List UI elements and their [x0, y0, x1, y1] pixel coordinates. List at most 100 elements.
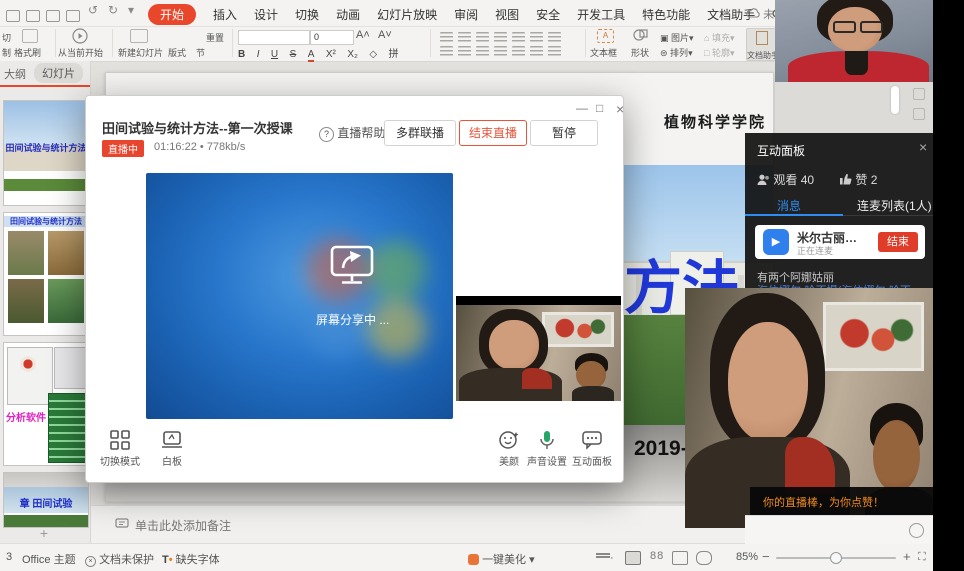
zoom-percent[interactable]: 85%: [736, 551, 758, 563]
underline-button[interactable]: U: [271, 49, 278, 60]
tab-design[interactable]: 设计: [254, 6, 278, 23]
thumbs-up-icon: [840, 173, 852, 185]
zoom-out-button[interactable]: −: [762, 549, 770, 564]
layout-button[interactable]: 版式: [168, 46, 186, 59]
italic-button[interactable]: I: [257, 49, 260, 60]
font-name-combo[interactable]: [238, 30, 310, 45]
maximize-icon[interactable]: □: [596, 101, 603, 115]
protect-status[interactable]: × 文档未保护: [85, 551, 154, 567]
add-slide-button[interactable]: +: [30, 527, 58, 541]
clear-format-button[interactable]: ◇: [369, 49, 377, 60]
tab-animation[interactable]: 动画: [336, 6, 360, 23]
interact-panel-button[interactable]: 互动面板: [564, 430, 620, 468]
tab-transition[interactable]: 切换: [295, 6, 319, 23]
tab-review[interactable]: 审阅: [454, 6, 478, 23]
tab-view[interactable]: 视图: [495, 6, 519, 23]
slide-thumbnail-4[interactable]: 章 田间试验: [3, 472, 89, 528]
pinyin-button[interactable]: 拼: [388, 49, 398, 60]
undo-icon[interactable]: ↺: [88, 3, 98, 17]
tab-slides[interactable]: 幻灯片: [34, 63, 83, 83]
shrink-font-button[interactable]: A˅: [378, 29, 392, 41]
tab-security[interactable]: 安全: [536, 6, 560, 23]
section-button[interactable]: 节: [196, 46, 205, 59]
cut-button[interactable]: 切: [2, 31, 11, 44]
list-icons-row[interactable]: [440, 32, 561, 42]
zoom-slider-thumb[interactable]: [830, 552, 842, 564]
customize-caret-icon[interactable]: ▾: [128, 3, 134, 17]
slideshow-icon[interactable]: [696, 551, 712, 565]
live-help-link[interactable]: ? 直播帮助: [319, 124, 385, 142]
beautify-button[interactable]: 一键美化 ▾: [468, 551, 535, 567]
tab-insert[interactable]: 插入: [213, 6, 237, 23]
tab-outline[interactable]: 大纲: [4, 66, 26, 82]
theme-label[interactable]: Office 主题: [22, 551, 76, 567]
small-webcam-video: [456, 296, 621, 401]
missing-font-status[interactable]: T• 缺失字体: [162, 551, 220, 567]
switch-mode-button[interactable]: 切换模式: [92, 430, 148, 468]
notes-toggle-icon[interactable]: ·: [596, 552, 614, 564]
whiteboard-button[interactable]: 白板: [144, 430, 200, 468]
tab-slideshow[interactable]: 幻灯片放映: [377, 6, 437, 23]
subscript-button[interactable]: X₂: [347, 49, 358, 60]
pause-button[interactable]: 暂停: [530, 120, 598, 146]
tab-devtools[interactable]: 开发工具: [577, 6, 625, 23]
tab-mic-list[interactable]: 连麦列表(1人): [857, 197, 932, 214]
panel-close-icon[interactable]: ×: [919, 139, 927, 155]
minimize-icon[interactable]: —: [576, 101, 588, 115]
font-size-combo[interactable]: 0: [310, 30, 354, 45]
chat-bubble-icon: [581, 430, 603, 450]
screen-share-label: 屏幕分享中 ...: [316, 311, 389, 328]
likes-stat: 赞 2: [840, 171, 877, 188]
end-mic-button[interactable]: 结束: [878, 232, 918, 252]
arrange-button[interactable]: ⊜ 排列▾: [660, 46, 693, 59]
bold-button[interactable]: B: [238, 49, 245, 60]
close-icon[interactable]: ×: [616, 101, 624, 117]
panel-tool-icon-1[interactable]: [913, 88, 925, 100]
reading-view-icon[interactable]: [672, 551, 688, 565]
panel-tool-icon-2[interactable]: [913, 108, 925, 120]
redo-icon[interactable]: ↻: [108, 3, 118, 17]
chat-input-bar[interactable]: [745, 515, 935, 544]
play-from-current-button[interactable]: 从当前开始: [58, 46, 103, 59]
panel-scrollbar[interactable]: [891, 86, 899, 114]
host-webcam-video: [775, 0, 935, 82]
print-icon[interactable]: [66, 7, 87, 25]
tab-features[interactable]: 特色功能: [642, 6, 690, 23]
zoom-in-button[interactable]: +: [903, 549, 911, 564]
new-slide-button[interactable]: 新建幻灯片: [118, 46, 163, 59]
slide-thumbnail-1[interactable]: 田间试验与统计方法: [3, 100, 89, 206]
fill-button[interactable]: ⌂ 填充▾: [704, 31, 734, 44]
end-live-button[interactable]: 结束直播: [459, 120, 527, 146]
font-color-button[interactable]: A: [308, 49, 315, 62]
superscript-button[interactable]: X²: [326, 49, 336, 60]
new-file-icon[interactable]: [6, 7, 27, 25]
slide-thumbnail-2[interactable]: 田间试验与统计方法: [3, 212, 89, 336]
zoom-slider[interactable]: [776, 557, 896, 559]
format-painter-button[interactable]: 格式刷: [14, 46, 41, 59]
normal-view-icon[interactable]: [625, 551, 641, 565]
outline-button[interactable]: □ 轮廓▾: [704, 46, 734, 59]
shape-button[interactable]: 形状: [631, 46, 649, 59]
doc-assistant-button[interactable]: 文档助手: [746, 28, 778, 61]
strikethrough-button[interactable]: S: [290, 49, 297, 60]
align-icons-row[interactable]: [440, 46, 561, 56]
grow-font-button[interactable]: A˄: [356, 29, 370, 41]
whiteboard-icon: [161, 430, 183, 450]
copy-button[interactable]: 制: [2, 46, 11, 59]
textbox-button[interactable]: 文本框: [590, 46, 617, 59]
slides-sidebar: 大纲 幻灯片 田间试验与统计方法 田间试验与统计方法 分析软件: [0, 61, 91, 543]
live-stats: 01:16:22 • 778kb/s: [154, 141, 245, 153]
picture-button[interactable]: ▣ 图片▾: [660, 31, 694, 44]
save-icon[interactable]: [46, 7, 67, 25]
tab-messages[interactable]: 消息: [777, 197, 801, 214]
reset-button[interactable]: 重置: [206, 31, 224, 44]
multi-group-button[interactable]: 多群联播: [384, 120, 456, 146]
emoji-icon[interactable]: [909, 523, 924, 538]
open-file-icon[interactable]: [26, 7, 47, 25]
tab-home[interactable]: 开始: [148, 4, 196, 25]
fullscreen-icon[interactable]: ⛶: [918, 551, 926, 564]
slide-thumbnail-3[interactable]: 分析软件: [3, 342, 89, 466]
menu-tabs: 开始 插入 设计 切换 动画 幻灯片放映 审阅 视图 安全 开发工具 特色功能 …: [148, 4, 811, 25]
slide-sorter-icon[interactable]: 88: [650, 550, 664, 562]
wall-painting-big: [823, 302, 924, 370]
